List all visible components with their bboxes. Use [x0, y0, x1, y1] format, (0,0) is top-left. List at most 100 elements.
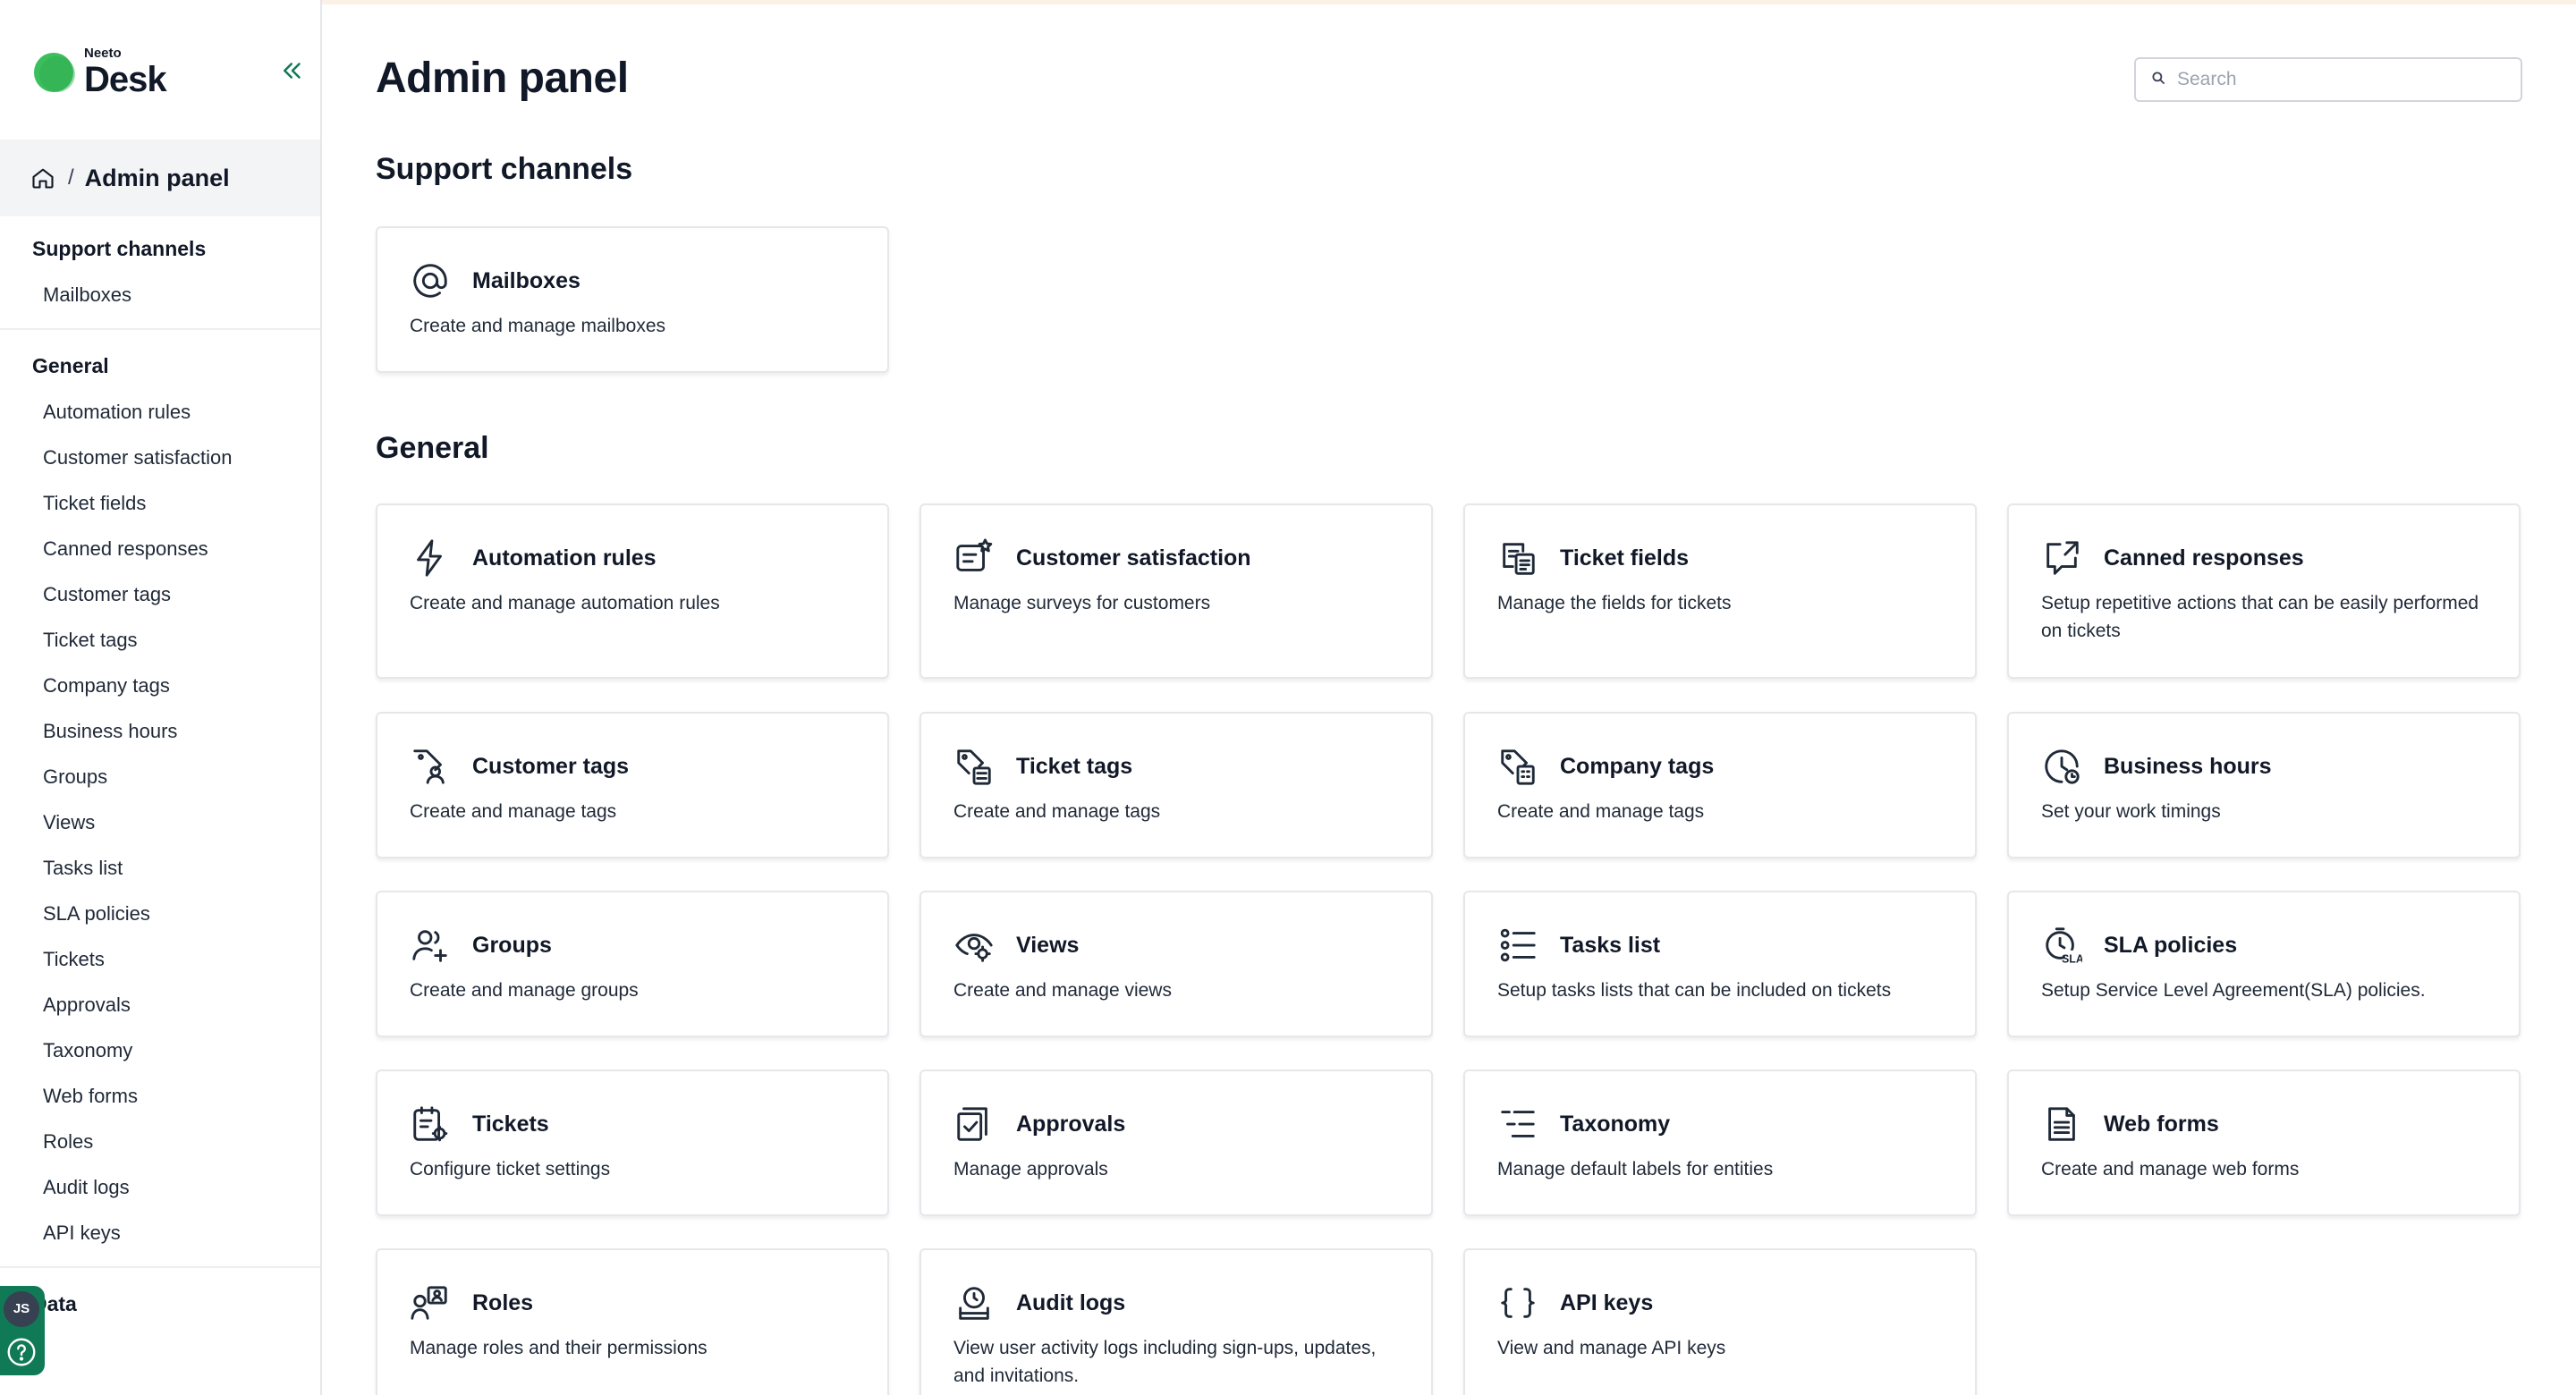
sidebar-item-web-forms[interactable]: Web forms [0, 1073, 320, 1119]
card-title: Roles [472, 1289, 534, 1315]
user-avatar[interactable]: JS [4, 1291, 39, 1327]
sidebar-item-company-tags[interactable]: Company tags [0, 663, 320, 708]
card-title: Ticket fields [1560, 545, 1690, 571]
card-header: Ticket tags [953, 746, 1399, 787]
ticket-settings-icon [410, 1103, 451, 1145]
card-header: Ticket fields [1497, 537, 1943, 579]
card-audit-logs[interactable]: Audit logs View user activity logs includ… [919, 1248, 1433, 1395]
card-header: API keys [1497, 1282, 1943, 1323]
nav-group-general[interactable]: General [0, 342, 320, 389]
card-title: Approvals [1016, 1111, 1126, 1137]
card-description: Configure ticket settings [410, 1159, 611, 1179]
sidebar-item-ticket-tags[interactable]: Ticket tags [0, 617, 320, 663]
card-title: Audit logs [1016, 1289, 1126, 1315]
breadcrumb: / Admin panel [0, 140, 320, 216]
floating-actions: JS [0, 1286, 45, 1375]
card-description: Create and manage automation rules [410, 593, 720, 613]
document-icon [2041, 1103, 2082, 1145]
card-title: Views [1016, 932, 1080, 958]
sidebar-item-groups[interactable]: Groups [0, 754, 320, 799]
card-api-keys[interactable]: API keys View and manage API keys [1463, 1248, 1977, 1395]
card-tasks-list[interactable]: Tasks list Setup tasks lists that can be … [1463, 891, 1977, 1037]
search-input[interactable] [2177, 69, 2499, 90]
help-icon[interactable] [4, 1334, 39, 1370]
card-description: Setup repetitive actions that can be eas… [2041, 593, 2479, 641]
home-icon[interactable] [30, 165, 55, 190]
card-customer-tags[interactable]: Customer tags Create and manage tags [376, 712, 889, 858]
section-title-general: General [376, 431, 489, 465]
card-title: Tasks list [1560, 932, 1661, 958]
card-ticket-fields[interactable]: Ticket fields Manage the fields for ticke… [1463, 503, 1977, 679]
breadcrumb-separator: / [68, 165, 74, 190]
sidebar-item-approvals[interactable]: Approvals [0, 982, 320, 1027]
card-description: Create and manage mailboxes [410, 316, 666, 336]
survey-star-icon [953, 537, 995, 579]
card-customer-satisfaction[interactable]: Customer satisfaction Manage surveys for … [919, 503, 1433, 679]
company-tag-icon [1497, 746, 1538, 787]
card-views[interactable]: Views Create and manage views [919, 891, 1433, 1037]
card-header: Approvals [953, 1103, 1399, 1145]
card-taxonomy[interactable]: Taxonomy Manage default labels for entiti… [1463, 1070, 1977, 1216]
card-description: Manage surveys for customers [953, 593, 1211, 613]
card-sla-policies[interactable]: SLA SLA policies Setup Service Level Agree… [2007, 891, 2521, 1037]
card-web-forms[interactable]: Web forms Create and manage web forms [2007, 1070, 2521, 1216]
ticket-tag-icon [953, 746, 995, 787]
card-header: Customer satisfaction [953, 537, 1399, 579]
card-description: Create and manage tags [410, 801, 617, 822]
nav-group-data[interactable]: Data [0, 1281, 320, 1327]
card-automation-rules[interactable]: Automation rules Create and manage automa… [376, 503, 889, 679]
card-header: Customer tags [410, 746, 855, 787]
card-canned-responses[interactable]: Canned responses Setup repetitive actions… [2007, 503, 2521, 679]
braces-icon [1497, 1282, 1538, 1323]
sidebar-item-ticket-fields[interactable]: Ticket fields [0, 480, 320, 526]
sidebar-item-taxonomy[interactable]: Taxonomy [0, 1027, 320, 1073]
sidebar-item-sla-policies[interactable]: SLA policies [0, 891, 320, 936]
card-title: Tickets [472, 1111, 549, 1137]
sidebar-item-canned-responses[interactable]: Canned responses [0, 526, 320, 571]
section-title-support-channels: Support channels [376, 152, 633, 186]
logo-brand-name: Desk [84, 60, 167, 99]
sidebar-item-tickets[interactable]: Tickets [0, 936, 320, 982]
sidebar-item-customer-satisfaction[interactable]: Customer satisfaction [0, 435, 320, 480]
card-company-tags[interactable]: Company tags Create and manage tags [1463, 712, 1977, 858]
canned-response-icon [2041, 537, 2082, 579]
card-approvals[interactable]: Approvals Manage approvals [919, 1070, 1433, 1216]
sidebar-item-automation-rules[interactable]: Automation rules [0, 389, 320, 435]
search-box[interactable] [2134, 57, 2522, 102]
card-description: Create and manage groups [410, 980, 639, 1001]
card-title: Automation rules [472, 545, 657, 571]
card-groups[interactable]: Groups Create and manage groups [376, 891, 889, 1037]
svg-text:SLA: SLA [2062, 953, 2082, 966]
ticket-fields-icon [1497, 537, 1538, 579]
card-header: SLA SLA policies [2041, 925, 2487, 966]
sidebar-item-api-keys[interactable]: API keys [0, 1210, 320, 1256]
sidebar-nav: Support channels Mailboxes General Automati… [0, 225, 320, 1327]
nav-group-support-channels[interactable]: Support channels [0, 225, 320, 272]
card-tickets[interactable]: Tickets Configure ticket settings [376, 1070, 889, 1216]
card-roles[interactable]: Roles Manage roles and their permissions [376, 1248, 889, 1395]
sidebar-item-mailboxes[interactable]: Mailboxes [0, 272, 320, 317]
sidebar-item-tasks-list[interactable]: Tasks list [0, 845, 320, 891]
card-header: Business hours [2041, 746, 2487, 787]
card-header: Canned responses [2041, 537, 2487, 579]
card-business-hours[interactable]: Business hours Set your work timings [2007, 712, 2521, 858]
logo-brand-small: Neeto [84, 46, 122, 61]
sidebar-item-business-hours[interactable]: Business hours [0, 708, 320, 754]
sidebar-item-customer-tags[interactable]: Customer tags [0, 571, 320, 617]
app-logo[interactable]: Neeto Desk [34, 46, 167, 99]
card-description: Create and manage tags [953, 801, 1161, 822]
card-header: Tickets [410, 1103, 855, 1145]
card-title: Ticket tags [1016, 753, 1133, 779]
sidebar-item-views[interactable]: Views [0, 799, 320, 845]
sidebar-item-audit-logs[interactable]: Audit logs [0, 1164, 320, 1210]
groups-icon [410, 925, 451, 966]
card-title: Web forms [2104, 1111, 2219, 1137]
collapse-sidebar-icon[interactable] [279, 57, 306, 84]
card-description: View user activity logs including sign-u… [953, 1338, 1377, 1386]
card-description: Manage approvals [953, 1159, 1108, 1179]
card-mailboxes[interactable]: Mailboxes Create and manage mailboxes [376, 226, 889, 373]
card-description: Create and manage tags [1497, 801, 1705, 822]
card-header: Web forms [2041, 1103, 2487, 1145]
card-ticket-tags[interactable]: Ticket tags Create and manage tags [919, 712, 1433, 858]
sidebar-item-roles[interactable]: Roles [0, 1119, 320, 1164]
